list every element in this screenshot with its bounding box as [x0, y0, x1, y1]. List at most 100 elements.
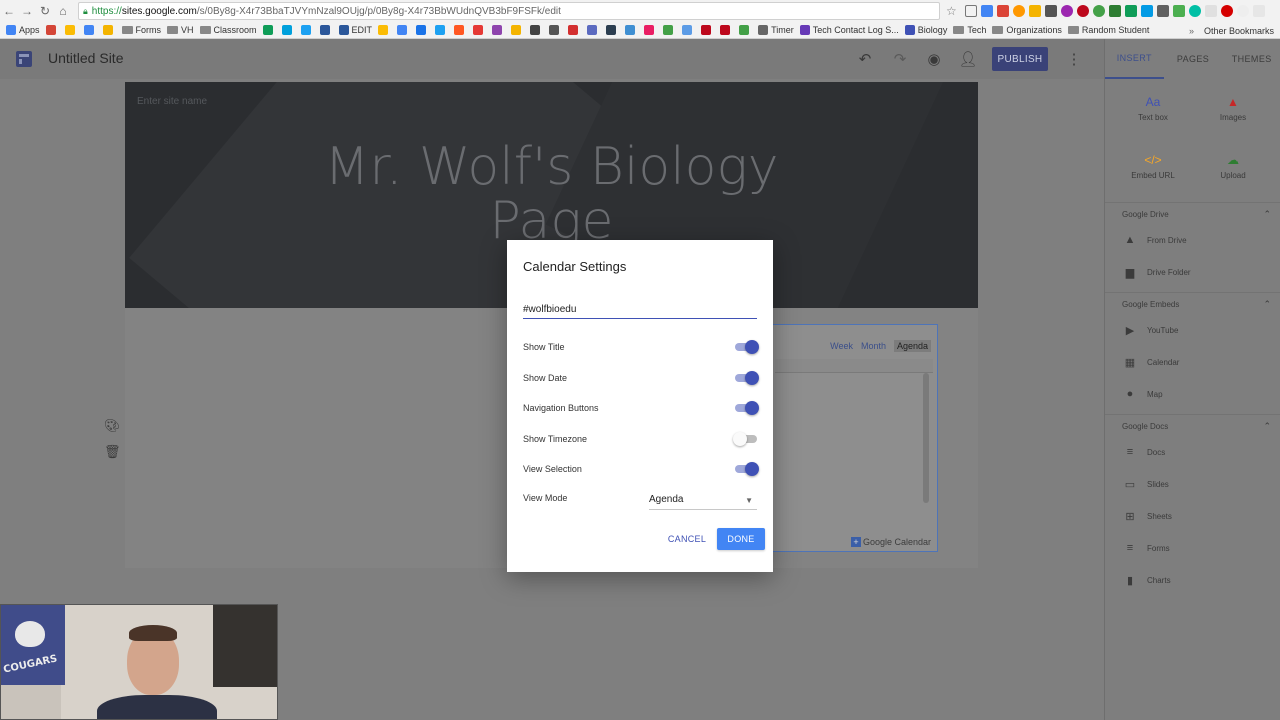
reload-icon[interactable]: ↻: [36, 2, 54, 20]
bookmark-item[interactable]: [568, 25, 581, 35]
cancel-button[interactable]: CANCEL: [665, 528, 709, 550]
bookmark-item[interactable]: [45, 25, 59, 35]
bookmark-item[interactable]: [300, 25, 314, 35]
insert-images[interactable]: ▲ Images: [1193, 95, 1273, 122]
toggle-navigation-buttons[interactable]: [733, 401, 759, 415]
panel-item-youtube[interactable]: ▶ YouTube: [1123, 324, 1179, 337]
panel-item-charts[interactable]: ▮ Charts: [1123, 574, 1171, 587]
publish-button[interactable]: PUBLISH: [992, 47, 1048, 71]
bookmark-item[interactable]: [435, 25, 448, 35]
calendar-scrollbar[interactable]: [923, 373, 929, 503]
extension-icon[interactable]: [1108, 5, 1121, 17]
bookmark-item[interactable]: [587, 25, 600, 35]
done-button[interactable]: DONE: [717, 528, 765, 550]
page-title[interactable]: Mr. Wolf's Biology Page: [125, 140, 978, 248]
home-icon[interactable]: ⌂: [54, 2, 72, 20]
other-bookmarks-link[interactable]: Other Bookmarks: [1204, 26, 1274, 36]
extension-icon[interactable]: [996, 5, 1009, 17]
panel-item-docs[interactable]: ≡ Docs: [1123, 446, 1165, 458]
panel-tab-themes[interactable]: THEMES: [1222, 39, 1280, 79]
bookmark-item[interactable]: VH: [167, 25, 194, 35]
bookmark-star-icon[interactable]: ☆: [946, 4, 957, 18]
bookmark-item[interactable]: [281, 25, 295, 35]
bookmark-item[interactable]: [682, 25, 695, 35]
opera-icon[interactable]: [1220, 5, 1233, 17]
forward-arrow-icon[interactable]: →: [18, 2, 36, 20]
extension-icon[interactable]: [1236, 5, 1249, 17]
extension-icon[interactable]: [1044, 5, 1057, 17]
extension-icon[interactable]: [1012, 5, 1025, 17]
calendar-tab-month[interactable]: Month: [861, 341, 886, 352]
bookmark-item[interactable]: [625, 25, 638, 35]
bookmark-item[interactable]: [378, 25, 391, 35]
preview-eye-icon[interactable]: ◉: [924, 49, 944, 69]
toggle-show-title[interactable]: [733, 340, 759, 354]
view-mode-select[interactable]: Agenda ▼: [649, 492, 757, 510]
panel-item-forms[interactable]: ≡ Forms: [1123, 542, 1170, 554]
panel-item-drive-folder[interactable]: ▆ Drive Folder: [1123, 266, 1191, 279]
section-google-docs[interactable]: Google Docs ⌃: [1105, 414, 1280, 432]
bookmark-item[interactable]: Forms: [121, 25, 161, 35]
panel-item-from-drive[interactable]: ▲ From Drive: [1123, 234, 1187, 246]
collapse-chevron-icon[interactable]: ⌃: [1263, 299, 1271, 310]
calendar-embed[interactable]: Week Month Agenda + Google Calendar: [770, 324, 938, 552]
bookmark-item[interactable]: [416, 25, 429, 35]
toggle-show-timezone[interactable]: [733, 432, 759, 446]
palette-icon[interactable]: 🎨︎: [104, 418, 121, 434]
menu-dots-icon[interactable]: [1252, 5, 1265, 17]
bookmark-item[interactable]: Random Student: [1067, 25, 1149, 35]
bookmark-item[interactable]: [511, 25, 524, 35]
calendar-footer[interactable]: + Google Calendar: [850, 537, 931, 547]
bookmarks-overflow-icon[interactable]: »: [1189, 26, 1194, 36]
collapse-chevron-icon[interactable]: ⌃: [1263, 421, 1271, 432]
bookmark-item[interactable]: [663, 25, 676, 35]
site-name-placeholder[interactable]: Enter site name: [137, 96, 207, 107]
panel-tab-pages[interactable]: PAGES: [1164, 39, 1223, 79]
extension-icon[interactable]: [1204, 5, 1217, 17]
extension-icon[interactable]: [1140, 5, 1153, 17]
bookmark-item[interactable]: [397, 25, 410, 35]
extension-icon[interactable]: [980, 5, 993, 17]
redo-icon[interactable]: ↷: [890, 49, 910, 69]
calendar-tab-week[interactable]: Week: [830, 341, 853, 352]
extension-icon[interactable]: [1188, 5, 1201, 17]
cast-icon[interactable]: [964, 5, 977, 17]
insert-upload[interactable]: ☁ Upload: [1193, 153, 1273, 180]
bookmark-item[interactable]: [739, 25, 752, 35]
panel-item-calendar[interactable]: ▦ Calendar: [1123, 356, 1180, 369]
panel-item-map[interactable]: ● Map: [1123, 388, 1163, 400]
extension-icon[interactable]: [1028, 5, 1041, 17]
section-google-drive[interactable]: Google Drive ⌃: [1105, 202, 1280, 220]
panel-item-slides[interactable]: ▭ Slides: [1123, 478, 1169, 491]
bookmark-item[interactable]: [644, 25, 657, 35]
toggle-view-selection[interactable]: [733, 462, 759, 476]
extension-icon[interactable]: [1092, 5, 1105, 17]
bookmark-item[interactable]: [492, 25, 505, 35]
calendar-id-input[interactable]: [523, 303, 757, 319]
bookmark-item[interactable]: Timer: [758, 25, 794, 35]
google-sites-logo-icon[interactable]: [16, 51, 32, 67]
bookmark-item[interactable]: [83, 25, 97, 35]
extension-icon[interactable]: [1076, 5, 1089, 17]
section-google-embeds[interactable]: Google Embeds ⌃: [1105, 292, 1280, 310]
bookmark-item[interactable]: Tech: [953, 25, 986, 35]
extension-icon[interactable]: [1156, 5, 1169, 17]
bookmark-item[interactable]: [549, 25, 562, 35]
bookmark-item[interactable]: Tech Contact Log S...: [799, 25, 899, 35]
address-bar[interactable]: 🔒︎ https:// sites.google.com /s/0By8g-X4…: [78, 2, 940, 20]
site-title[interactable]: Untitled Site: [48, 50, 123, 66]
extension-icon[interactable]: [1172, 5, 1185, 17]
bookmark-item[interactable]: Organizations: [992, 25, 1062, 35]
trash-icon[interactable]: 🗑︎: [104, 444, 121, 460]
extension-icon[interactable]: [1060, 5, 1073, 17]
bookmark-item[interactable]: [64, 25, 78, 35]
bookmark-item[interactable]: [720, 25, 733, 35]
toggle-show-date[interactable]: [733, 371, 759, 385]
bookmark-item[interactable]: EDIT: [338, 25, 372, 35]
bookmark-item[interactable]: [701, 25, 714, 35]
share-person-icon[interactable]: 👤︎: [958, 49, 978, 69]
panel-tab-insert[interactable]: INSERT: [1105, 39, 1164, 79]
bookmark-item[interactable]: Classroom: [199, 25, 257, 35]
collapse-chevron-icon[interactable]: ⌃: [1263, 209, 1271, 220]
bookmark-item[interactable]: [473, 25, 486, 35]
